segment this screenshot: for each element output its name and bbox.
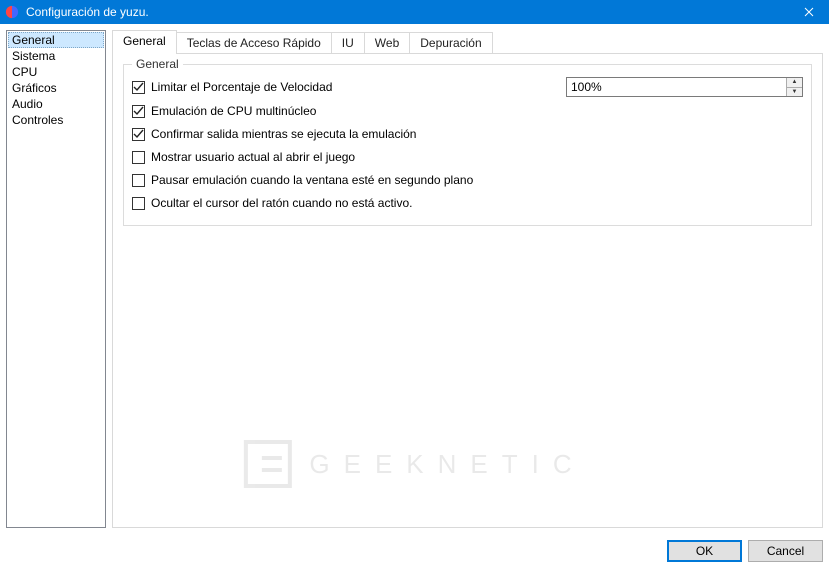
dialog-footer: OK Cancel <box>0 534 829 568</box>
sidebar-item-general[interactable]: General <box>8 32 104 48</box>
app-icon <box>4 4 20 20</box>
spinner-down[interactable]: ▼ <box>787 88 802 97</box>
sidebar-item-gráficos[interactable]: Gráficos <box>8 80 104 96</box>
option-row: Limitar el Porcentaje de Velocidad 100%▲▼ <box>132 77 803 97</box>
general-groupbox: General Limitar el Porcentaje de Velocid… <box>123 64 812 226</box>
checkbox-label: Limitar el Porcentaje de Velocidad <box>151 80 332 94</box>
tab-teclas-de-acceso-rápido[interactable]: Teclas de Acceso Rápido <box>176 32 332 53</box>
sidebar-item-controles[interactable]: Controles <box>8 112 104 128</box>
tab-general[interactable]: General <box>112 30 177 54</box>
close-button[interactable] <box>789 0 829 24</box>
spinner-up[interactable]: ▲ <box>787 78 802 88</box>
tab-iu[interactable]: IU <box>331 32 365 53</box>
tab-web[interactable]: Web <box>364 32 410 53</box>
checkbox[interactable] <box>132 174 145 187</box>
option-row: Pausar emulación cuando la ventana esté … <box>132 171 803 189</box>
checkbox-label: Pausar emulación cuando la ventana esté … <box>151 173 473 187</box>
groupbox-title: General <box>132 57 183 71</box>
content-area: GeneralSistemaCPUGráficosAudioControles … <box>0 24 829 534</box>
option-row: Emulación de CPU multinúcleo <box>132 102 803 120</box>
tabstrip: GeneralTeclas de Acceso RápidoIUWebDepur… <box>112 30 823 53</box>
checkbox-label: Confirmar salida mientras se ejecuta la … <box>151 127 416 141</box>
checkbox[interactable] <box>132 197 145 210</box>
speed-value: 100% <box>567 80 786 94</box>
option-row: Mostrar usuario actual al abrir el juego <box>132 148 803 166</box>
option-row: Ocultar el cursor del ratón cuando no es… <box>132 194 803 212</box>
sidebar-item-cpu[interactable]: CPU <box>8 64 104 80</box>
option-row: Confirmar salida mientras se ejecuta la … <box>132 125 803 143</box>
checkbox[interactable] <box>132 81 145 94</box>
sidebar-item-sistema[interactable]: Sistema <box>8 48 104 64</box>
spinner: ▲▼ <box>786 78 802 96</box>
tab-depuración[interactable]: Depuración <box>409 32 492 53</box>
checkbox[interactable] <box>132 105 145 118</box>
cancel-button[interactable]: Cancel <box>748 540 823 562</box>
tab-content: General Limitar el Porcentaje de Velocid… <box>112 53 823 528</box>
sidebar: GeneralSistemaCPUGráficosAudioControles <box>6 30 106 528</box>
titlebar: Configuración de yuzu. <box>0 0 829 24</box>
checkbox[interactable] <box>132 128 145 141</box>
close-icon <box>804 7 814 17</box>
ok-button[interactable]: OK <box>667 540 742 562</box>
main-panel: GeneralTeclas de Acceso RápidoIUWebDepur… <box>112 30 823 528</box>
checkbox-label: Ocultar el cursor del ratón cuando no es… <box>151 196 412 210</box>
window-title: Configuración de yuzu. <box>26 5 149 19</box>
checkbox[interactable] <box>132 151 145 164</box>
sidebar-item-audio[interactable]: Audio <box>8 96 104 112</box>
checkbox-label: Emulación de CPU multinúcleo <box>151 104 316 118</box>
speed-spinbox[interactable]: 100%▲▼ <box>566 77 803 97</box>
checkbox-label: Mostrar usuario actual al abrir el juego <box>151 150 355 164</box>
